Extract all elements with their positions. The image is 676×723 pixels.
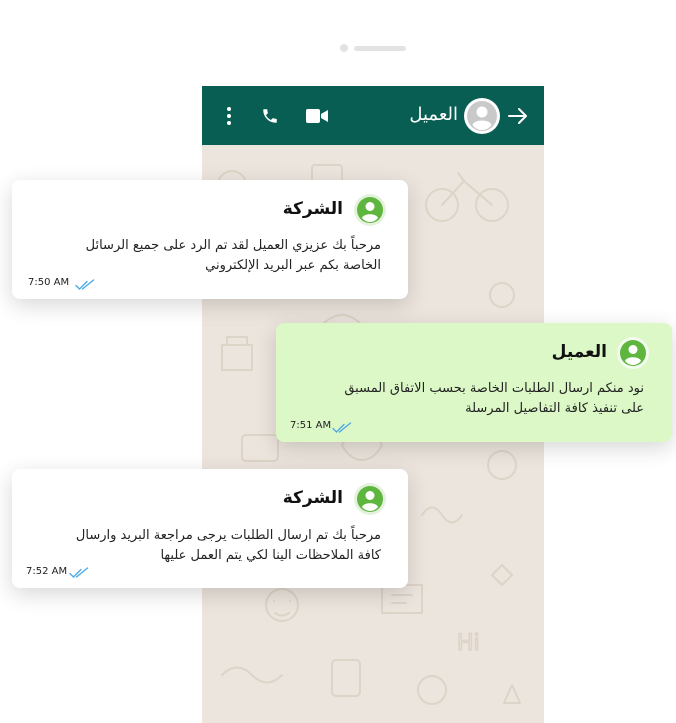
- chat-header: العميل: [202, 86, 544, 145]
- sender-name: الشركة: [282, 488, 343, 508]
- read-receipt-icon: [75, 276, 95, 295]
- message-card-1[interactable]: الشركة مرحباً بك عزيزي العميل لقد تم الر…: [12, 180, 408, 299]
- message-text-line-1: مرحباً بك تم ارسال الطلبات يرجى مراجعة ا…: [75, 528, 381, 543]
- message-time: 7:51 AM: [290, 420, 332, 431]
- message-text-line-2: كافة الملاحظات الينا لكي يتم العمل عليها: [160, 548, 381, 563]
- sender-name: العميل: [551, 342, 607, 362]
- camera-dot: [340, 44, 348, 52]
- phone-speaker: [340, 44, 410, 52]
- message-time: 7:50 AM: [28, 277, 70, 288]
- speaker-slot: [354, 46, 406, 51]
- message-text-line-1: نود منكم ارسال الطلبات الخاصة بحسب الاتف…: [344, 381, 644, 396]
- sender-avatar-icon: [616, 336, 650, 370]
- sender-name: الشركة: [282, 199, 343, 219]
- contact-name[interactable]: العميل: [409, 103, 458, 127]
- read-receipt-icon: [332, 419, 352, 438]
- message-card-2[interactable]: العميل نود منكم ارسال الطلبات الخاصة بحس…: [276, 323, 672, 442]
- voice-call-icon[interactable]: [261, 107, 279, 129]
- sender-avatar-icon: [353, 193, 387, 227]
- message-time: 7:52 AM: [26, 566, 68, 577]
- contact-avatar-icon[interactable]: [464, 98, 500, 134]
- sender-avatar-icon: [353, 482, 387, 516]
- message-text-line-2: على تنفيذ كافة التفاصيل المرسلة: [465, 401, 644, 416]
- read-receipt-icon: [69, 564, 89, 583]
- video-call-icon[interactable]: [306, 108, 328, 128]
- message-card-3[interactable]: الشركة مرحباً بك تم ارسال الطلبات يرجى م…: [12, 469, 408, 588]
- message-text-line-1: مرحباً بك عزيزي العميل لقد تم الرد على ج…: [85, 238, 381, 253]
- back-arrow-icon[interactable]: [507, 106, 529, 130]
- svg-text:Hi: Hi: [457, 631, 480, 656]
- more-options-icon[interactable]: [224, 106, 234, 126]
- message-text-line-2: الخاصة بكم عبر البريد الإلكتروني: [205, 258, 381, 273]
